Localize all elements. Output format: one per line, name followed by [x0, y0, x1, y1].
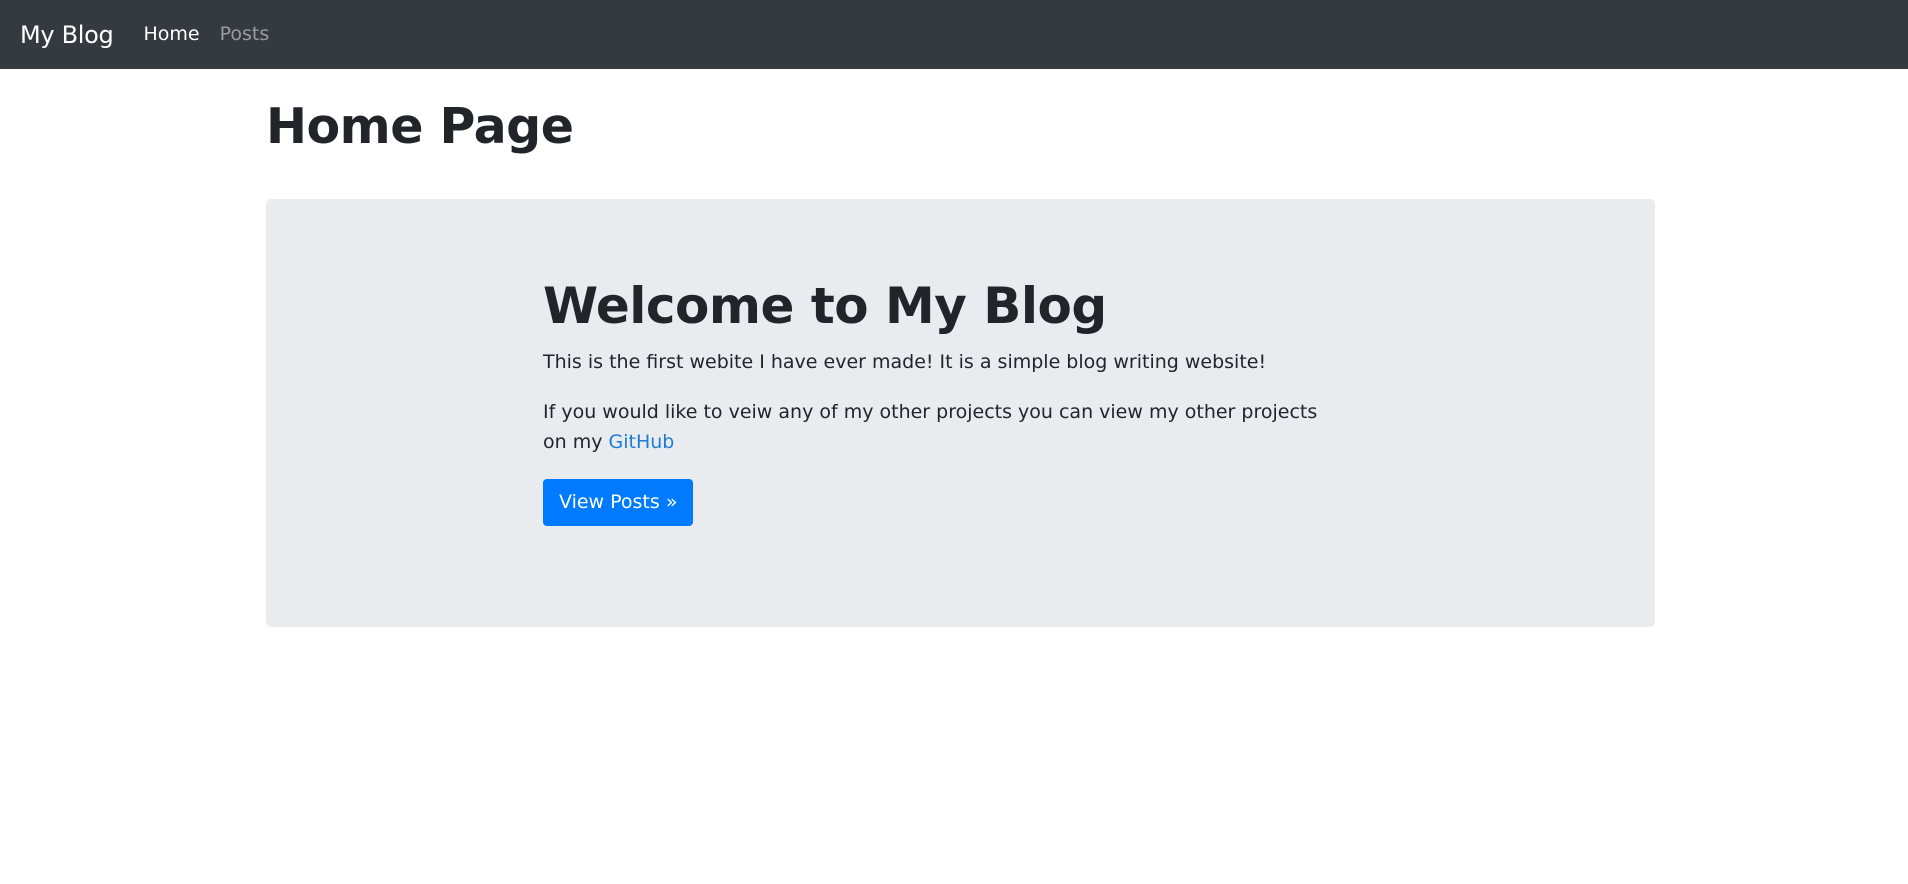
page-title: Home Page	[266, 98, 574, 155]
jumbotron-content: Welcome to My Blog This is the first web…	[543, 281, 1343, 526]
github-link[interactable]: GitHub	[609, 431, 675, 453]
nav-link-home[interactable]: Home	[144, 25, 200, 44]
brand-link[interactable]: My Blog	[20, 23, 114, 47]
top-navbar: My Blog Home Posts	[0, 0, 1908, 69]
nav-link-posts[interactable]: Posts	[220, 25, 270, 44]
welcome-heading: Welcome to My Blog	[543, 277, 1107, 335]
projects-paragraph: If you would like to veiw any of my othe…	[543, 397, 1343, 457]
welcome-jumbotron: Welcome to My Blog This is the first web…	[266, 199, 1655, 627]
intro-paragraph: This is the first webite I have ever mad…	[543, 351, 1267, 373]
main-container: Home Page Welcome to My Blog This is the…	[266, 69, 1655, 627]
view-posts-button[interactable]: View Posts »	[543, 479, 694, 526]
